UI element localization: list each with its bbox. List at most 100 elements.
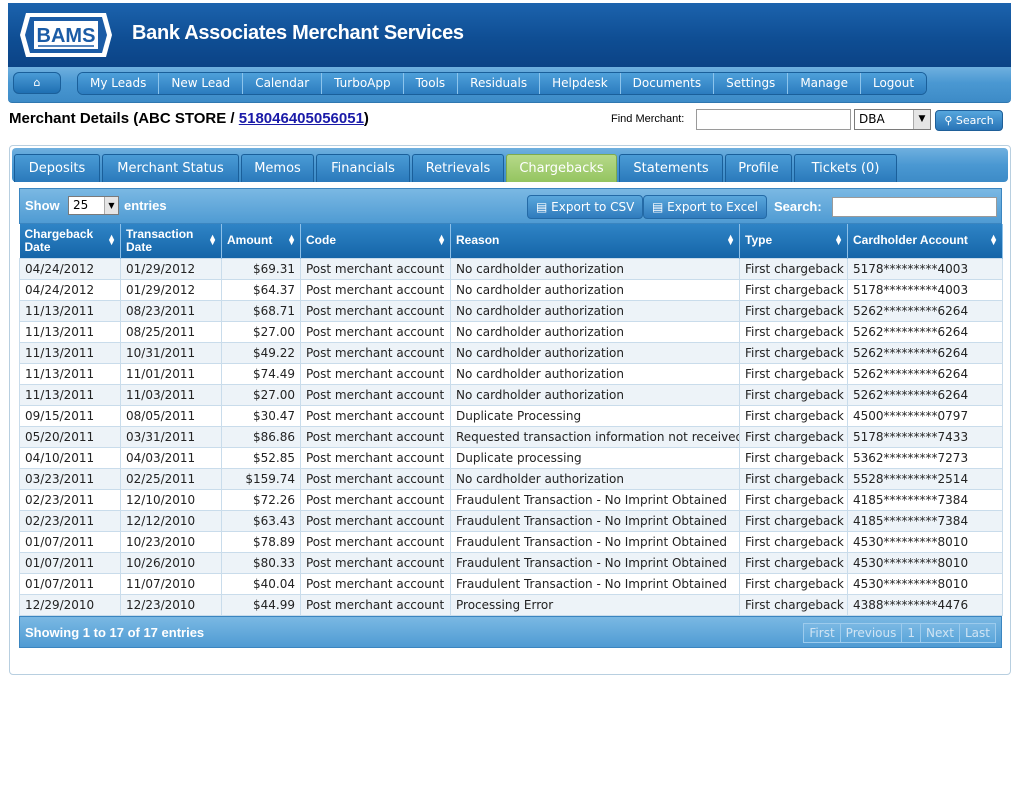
table-row[interactable]: 11/13/2011 10/31/2011 $49.22 Post merchant … [19, 341, 1003, 364]
cell-transaction-date: 08/25/2011 [120, 320, 222, 343]
tab-retrievals[interactable]: Retrievals [412, 154, 504, 182]
cell-cardholder-account: 5262*********6264 [847, 341, 1003, 364]
find-field-select[interactable]: DBA ▼ [854, 109, 931, 130]
export-csv-button[interactable]: ▤ Export to CSV [527, 195, 644, 219]
nav-calendar[interactable]: Calendar [242, 73, 322, 94]
main-nav: ⌂ My Leads New Lead Calendar TurboApp To… [8, 67, 1011, 103]
cell-reason: Fraudulent Transaction - No Imprint Obta… [450, 530, 740, 553]
cell-chargeback-date: 04/24/2012 [19, 278, 121, 301]
col-amount[interactable]: Amount ▲ ▼ [221, 224, 301, 258]
nav-new-lead[interactable]: New Lead [158, 73, 243, 94]
page-size-select[interactable]: 25 ▼ [68, 196, 119, 215]
home-button[interactable]: ⌂ [13, 72, 61, 94]
cell-transaction-date: 08/05/2011 [120, 404, 222, 427]
merchant-id-link[interactable]: 518046405056051 [239, 110, 364, 127]
cell-reason: Fraudulent Transaction - No Imprint Obta… [450, 551, 740, 574]
nav-my-leads[interactable]: My Leads [78, 73, 159, 94]
table-row[interactable]: 02/23/2011 12/12/2010 $63.43 Post merchant … [19, 509, 1003, 532]
cell-reason: Fraudulent Transaction - No Imprint Obta… [450, 572, 740, 595]
table-search-input[interactable] [832, 197, 997, 217]
nav-turboapp[interactable]: TurboApp [321, 73, 403, 94]
bams-logo[interactable]: BAMS [18, 11, 114, 59]
cell-code: Post merchant account [300, 530, 451, 553]
cell-type: First chargeback [739, 383, 848, 406]
col-transaction-date[interactable]: Transaction Date ▲ ▼ [120, 224, 222, 258]
table-row[interactable]: 11/13/2011 11/03/2011 $27.00 Post merchant … [19, 383, 1003, 406]
cell-reason: Duplicate processing [450, 446, 740, 469]
export-excel-button[interactable]: ▤ Export to Excel [643, 195, 767, 219]
table-row[interactable]: 01/07/2011 11/07/2010 $40.04 Post merchant … [19, 572, 1003, 595]
nav-residuals[interactable]: Residuals [457, 73, 540, 94]
cell-cardholder-account: 4500*********0797 [847, 404, 1003, 427]
cell-chargeback-date: 01/07/2011 [19, 551, 121, 574]
table-row[interactable]: 11/13/2011 08/23/2011 $68.71 Post merchant … [19, 299, 1003, 322]
cell-transaction-date: 11/03/2011 [120, 383, 222, 406]
cell-reason: Duplicate Processing [450, 404, 740, 427]
table-row[interactable]: 05/20/2011 03/31/2011 $86.86 Post merchant … [19, 425, 1003, 448]
pager-previous[interactable]: Previous [839, 622, 903, 643]
table-row[interactable]: 04/10/2011 04/03/2011 $52.85 Post merchant … [19, 446, 1003, 469]
table-row[interactable]: 03/23/2011 02/25/2011 $159.74 Post merchant… [19, 467, 1003, 490]
save-icon: ▤ [652, 200, 664, 214]
pager-first[interactable]: First [803, 622, 841, 643]
nav-manage[interactable]: Manage [787, 73, 860, 94]
tab-merchant-status[interactable]: Merchant Status [102, 154, 239, 182]
find-merchant-label: Find Merchant: [611, 113, 685, 125]
cell-transaction-date: 12/10/2010 [120, 488, 222, 511]
chevron-down-icon: ▼ [104, 197, 118, 214]
cell-reason: No cardholder authorization [450, 341, 740, 364]
pager-page-1[interactable]: 1 [901, 622, 922, 643]
cell-type: First chargeback [739, 593, 848, 616]
cell-amount: $159.74 [221, 467, 301, 490]
pager-last[interactable]: Last [959, 622, 996, 643]
col-chargeback-date[interactable]: Chargeback Date ▲ ▼ [19, 224, 121, 258]
cell-cardholder-account: 4530*********8010 [847, 551, 1003, 574]
chevron-down-icon: ▼ [913, 110, 930, 129]
cell-amount: $27.00 [221, 320, 301, 343]
nav-helpdesk[interactable]: Helpdesk [539, 73, 620, 94]
col-type[interactable]: Type ▲ ▼ [739, 224, 848, 258]
col-label: Chargeback Date [24, 226, 94, 254]
cell-amount: $74.49 [221, 362, 301, 385]
nav-settings[interactable]: Settings [713, 73, 788, 94]
sort-icon: ▲ ▼ [989, 232, 998, 247]
table-row[interactable]: 11/13/2011 11/01/2011 $74.49 Post merchant … [19, 362, 1003, 385]
tab-memos[interactable]: Memos [241, 154, 314, 182]
col-reason[interactable]: Reason ▲ ▼ [450, 224, 740, 258]
tab-chargebacks[interactable]: Chargebacks [506, 154, 617, 182]
app-header: BAMS Bank Associates Merchant Services [8, 3, 1011, 67]
col-code[interactable]: Code ▲ ▼ [300, 224, 451, 258]
cell-code: Post merchant account [300, 467, 451, 490]
tab-profile[interactable]: Profile [725, 154, 792, 182]
table-row[interactable]: 04/24/2012 01/29/2012 $69.31 Post merchant … [19, 257, 1003, 280]
table-row[interactable]: 04/24/2012 01/29/2012 $64.37 Post merchant … [19, 278, 1003, 301]
cell-cardholder-account: 4530*********8010 [847, 572, 1003, 595]
find-search-button[interactable]: ⚲ Search [935, 110, 1003, 131]
export-excel-label: Export to Excel [667, 200, 758, 214]
nav-tools[interactable]: Tools [402, 73, 458, 94]
table-row[interactable]: 12/29/2010 12/23/2010 $44.99 Post merchant … [19, 593, 1003, 616]
pager-next[interactable]: Next [920, 622, 960, 643]
table-row[interactable]: 09/15/2011 08/05/2011 $30.47 Post merchant … [19, 404, 1003, 427]
sort-icon: ▲ ▼ [834, 232, 843, 247]
cell-code: Post merchant account [300, 278, 451, 301]
cell-amount: $63.43 [221, 509, 301, 532]
tab-financials[interactable]: Financials [316, 154, 410, 182]
chargebacks-table: Chargeback Date ▲ ▼ Transaction Date ▲ ▼ Amo… [19, 224, 1003, 616]
tab-deposits[interactable]: Deposits [14, 154, 100, 182]
table-row[interactable]: 02/23/2011 12/10/2010 $72.26 Post merchant … [19, 488, 1003, 511]
pagination: First Previous 1 Next Last [803, 622, 996, 643]
show-label: Show [25, 198, 60, 213]
nav-logout[interactable]: Logout [859, 73, 927, 94]
table-row[interactable]: 01/07/2011 10/23/2010 $78.89 Post merchant … [19, 530, 1003, 553]
tab-tickets[interactable]: Tickets (0) [794, 154, 897, 182]
cell-type: First chargeback [739, 551, 848, 574]
table-row[interactable]: 01/07/2011 10/26/2010 $80.33 Post merchant … [19, 551, 1003, 574]
find-merchant-input[interactable] [696, 109, 851, 130]
col-cardholder-account[interactable]: Cardholder Account ▲ ▼ [847, 224, 1003, 258]
tab-statements[interactable]: Statements [619, 154, 723, 182]
table-row[interactable]: 11/13/2011 08/25/2011 $27.00 Post merchant … [19, 320, 1003, 343]
cell-cardholder-account: 5528*********2514 [847, 467, 1003, 490]
nav-documents[interactable]: Documents [619, 73, 714, 94]
cell-chargeback-date: 05/20/2011 [19, 425, 121, 448]
